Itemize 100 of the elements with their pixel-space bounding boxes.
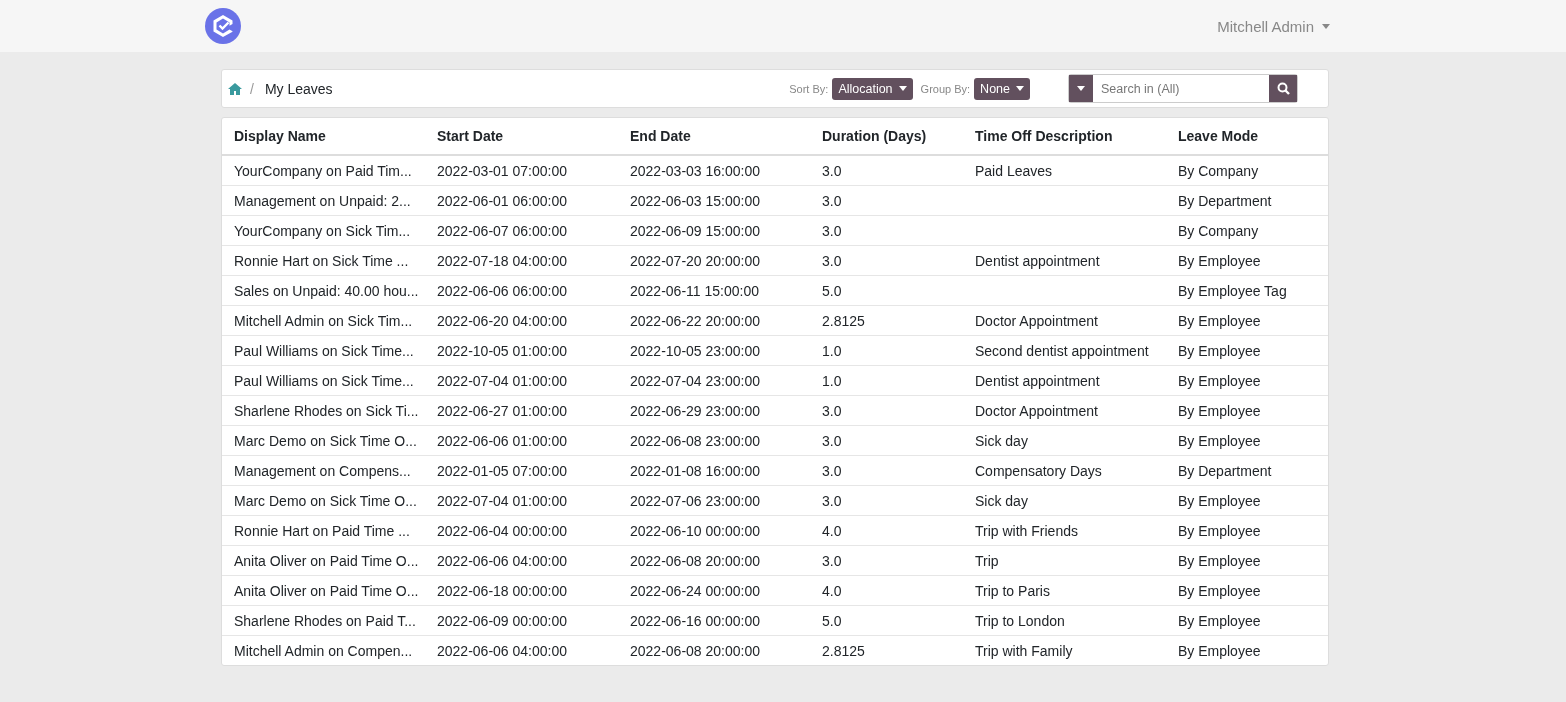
table-cell: 2022-06-07 06:00:00 (425, 215, 618, 246)
table-cell: 2022-03-03 16:00:00 (618, 155, 810, 186)
table-cell: Trip (963, 545, 1166, 576)
table-cell: 2022-06-06 04:00:00 (425, 545, 618, 576)
caret-icon (1077, 86, 1085, 91)
column-header[interactable]: Start Date (425, 118, 618, 155)
table-cell: 2022-01-05 07:00:00 (425, 455, 618, 486)
table-cell: 1.0 (810, 335, 963, 366)
table-cell: By Employee (1166, 335, 1328, 366)
table-cell: Sales on Unpaid: 40.00 hou... (222, 275, 425, 306)
table-cell: 2022-06-08 20:00:00 (618, 545, 810, 576)
table-cell: 1.0 (810, 365, 963, 396)
table-cell: Trip to Paris (963, 575, 1166, 606)
table-cell: YourCompany on Sick Tim... (222, 215, 425, 246)
table-cell: Management on Compens... (222, 455, 425, 486)
table-cell: Paul Williams on Sick Time... (222, 335, 425, 366)
table-cell: 2022-06-24 00:00:00 (618, 575, 810, 606)
table-cell: Sharlene Rhodes on Sick Ti... (222, 395, 425, 426)
table-cell: 2022-06-04 00:00:00 (425, 515, 618, 546)
table-cell: Trip with Friends (963, 515, 1166, 546)
table-cell: 2022-06-01 06:00:00 (425, 185, 618, 216)
table-cell: By Employee Tag (1166, 275, 1328, 306)
table-cell: 3.0 (810, 155, 963, 186)
table-cell: 2022-06-06 06:00:00 (425, 275, 618, 306)
table-cell: By Employee (1166, 545, 1328, 576)
logo-icon[interactable] (204, 7, 242, 45)
table-cell: Anita Oliver on Paid Time O... (222, 575, 425, 606)
table-cell: By Employee (1166, 365, 1328, 396)
table-cell: By Employee (1166, 575, 1328, 606)
table-cell: 2022-06-22 20:00:00 (618, 305, 810, 336)
table-cell: Doctor Appointment (963, 305, 1166, 336)
table-cell: Paid Leaves (963, 155, 1166, 186)
column-header[interactable]: Display Name (222, 118, 425, 155)
table-cell: By Company (1166, 155, 1328, 186)
table-cell: By Employee (1166, 305, 1328, 336)
breadcrumb-current: My Leaves (264, 80, 333, 97)
table-cell: Ronnie Hart on Sick Time ... (222, 245, 425, 276)
table-cell: Marc Demo on Sick Time O... (222, 425, 425, 456)
table-cell: Mitchell Admin on Sick Tim... (222, 305, 425, 336)
column-header[interactable]: Leave Mode (1166, 118, 1328, 155)
table-cell: 2022-03-01 07:00:00 (425, 155, 618, 186)
table-cell: 3.0 (810, 185, 963, 216)
table-cell: 5.0 (810, 605, 963, 636)
column-header[interactable]: Time Off Description (963, 118, 1166, 155)
table-cell: By Department (1166, 455, 1328, 486)
table-cell: 2022-06-06 04:00:00 (425, 635, 618, 665)
table-cell: By Employee (1166, 485, 1328, 516)
table-cell: 2022-06-08 20:00:00 (618, 635, 810, 665)
table-cell: 3.0 (810, 545, 963, 576)
caret-icon (1322, 23, 1330, 29)
table-cell: Second dentist appointment (963, 335, 1166, 366)
table-cell: 2.8125 (810, 305, 963, 336)
table-cell: 4.0 (810, 575, 963, 606)
caret-icon (898, 86, 907, 91)
table-cell: By Employee (1166, 395, 1328, 426)
table-cell: 4.0 (810, 515, 963, 546)
table-cell: 2022-01-08 16:00:00 (618, 455, 810, 486)
home-icon[interactable] (228, 82, 242, 95)
table-cell: 2022-07-20 20:00:00 (618, 245, 810, 276)
caret-icon (1016, 86, 1024, 91)
table-cell: Compensatory Days (963, 455, 1166, 486)
table-cell: 3.0 (810, 485, 963, 516)
table-cell: Dentist appointment (963, 245, 1166, 276)
group-dropdown[interactable]: None (974, 77, 1030, 100)
column-header[interactable]: Duration (Days) (810, 118, 963, 155)
table-cell: Trip with Family (963, 635, 1166, 665)
table-cell: Paul Williams on Sick Time... (222, 365, 425, 396)
table-cell: 3.0 (810, 425, 963, 456)
table-cell: 3.0 (810, 455, 963, 486)
table-cell: 2022-07-18 04:00:00 (425, 245, 618, 276)
breadcrumb-separator: / (250, 80, 254, 97)
table-cell: 2022-07-04 01:00:00 (425, 365, 618, 396)
table-cell: Management on Unpaid: 2... (222, 185, 425, 216)
table-cell: 2022-07-06 23:00:00 (618, 485, 810, 516)
table-cell: 2022-07-04 23:00:00 (618, 365, 810, 396)
table-cell: 3.0 (810, 395, 963, 426)
table-cell: 2.8125 (810, 635, 963, 665)
table-cell: Ronnie Hart on Paid Time ... (222, 515, 425, 546)
table-cell: 2022-06-08 23:00:00 (618, 425, 810, 456)
table-cell: 2022-06-20 04:00:00 (425, 305, 618, 336)
table-cell: 2022-06-09 15:00:00 (618, 215, 810, 246)
search-icon (1276, 82, 1290, 95)
table-cell: 2022-10-05 23:00:00 (618, 335, 810, 366)
search-button[interactable] (1269, 75, 1297, 102)
search-options-button[interactable] (1069, 75, 1093, 102)
sort-dropdown[interactable]: Allocation (832, 77, 913, 100)
table-cell: 2022-06-27 01:00:00 (425, 395, 618, 426)
table-cell: By Employee (1166, 515, 1328, 546)
sort-label: Sort By: (789, 82, 829, 95)
table-cell: 3.0 (810, 215, 963, 246)
table-cell: 2022-10-05 01:00:00 (425, 335, 618, 366)
table-cell: 2022-06-16 00:00:00 (618, 605, 810, 636)
table-cell: 2022-06-29 23:00:00 (618, 395, 810, 426)
table-cell: 2022-07-04 01:00:00 (425, 485, 618, 516)
table-cell: Anita Oliver on Paid Time O... (222, 545, 425, 576)
column-header[interactable]: End Date (618, 118, 810, 155)
table-cell: By Company (1166, 215, 1328, 246)
table-cell: 2022-06-03 15:00:00 (618, 185, 810, 216)
table-cell: YourCompany on Paid Tim... (222, 155, 425, 186)
search-bar[interactable]: Search in (All) (1068, 74, 1298, 103)
